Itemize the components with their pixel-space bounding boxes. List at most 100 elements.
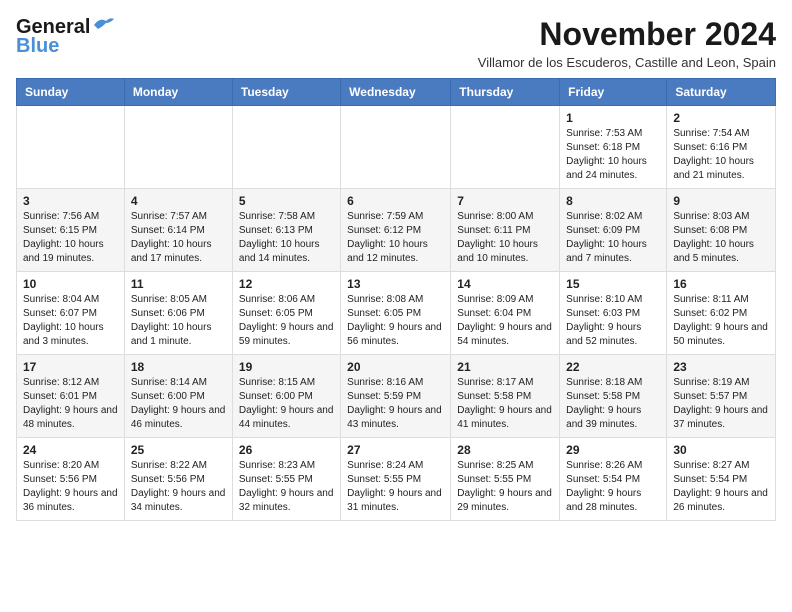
- calendar-week-5: 24 Sunrise: 8:20 AM Sunset: 5:56 PM Dayli…: [17, 438, 776, 521]
- calendar-cell: 3 Sunrise: 7:56 AM Sunset: 6:15 PM Daylig…: [17, 189, 125, 272]
- day-number: 21: [457, 360, 553, 374]
- day-number: 3: [23, 194, 118, 208]
- title-area: November 2024 Villamor de los Escuderos,…: [478, 16, 776, 70]
- calendar-body: 1 Sunrise: 7:53 AM Sunset: 6:18 PM Daylig…: [17, 106, 776, 521]
- day-number: 14: [457, 277, 553, 291]
- calendar-cell: 14 Sunrise: 8:09 AM Sunset: 6:04 PM Dayli…: [451, 272, 560, 355]
- calendar-cell: 11Sunrise: 8:05 AM Sunset: 6:06 PM Dayli…: [124, 272, 232, 355]
- cell-info: Sunrise: 8:12 AM Sunset: 6:01 PM Dayligh…: [23, 376, 118, 432]
- cell-info: Sunrise: 7:59 AM Sunset: 6:12 PM Dayligh…: [347, 210, 444, 266]
- calendar: SundayMondayTuesdayWednesdayThursdayFrid…: [16, 78, 776, 521]
- calendar-week-3: 10 Sunrise: 8:04 AM Sunset: 6:07 PM Dayli…: [17, 272, 776, 355]
- day-number: 10: [23, 277, 118, 291]
- logo-blue: Blue: [16, 35, 59, 58]
- day-number: 26: [239, 443, 334, 457]
- calendar-cell: 13 Sunrise: 8:08 AM Sunset: 6:05 PM Dayli…: [341, 272, 451, 355]
- calendar-cell: 25 Sunrise: 8:22 AM Sunset: 5:56 PM Dayli…: [124, 438, 232, 521]
- cell-info: Sunrise: 8:17 AM Sunset: 5:58 PM Dayligh…: [457, 376, 553, 432]
- calendar-cell: 30Sunrise: 8:27 AM Sunset: 5:54 PM Dayli…: [667, 438, 776, 521]
- cell-info: Sunrise: 8:09 AM Sunset: 6:04 PM Dayligh…: [457, 293, 553, 349]
- weekday-monday: Monday: [124, 79, 232, 106]
- cell-info: Sunrise: 8:23 AM Sunset: 5:55 PM Dayligh…: [239, 459, 334, 515]
- day-number: 1: [566, 111, 660, 125]
- calendar-cell: 7 Sunrise: 8:00 AM Sunset: 6:11 PM Daylig…: [451, 189, 560, 272]
- cell-info: Sunrise: 8:06 AM Sunset: 6:05 PM Dayligh…: [239, 293, 334, 349]
- calendar-cell: 22 Sunrise: 8:18 AM Sunset: 5:58 PM Dayli…: [560, 355, 667, 438]
- cell-info: Sunrise: 7:56 AM Sunset: 6:15 PM Dayligh…: [23, 210, 118, 266]
- cell-info: Sunrise: 7:53 AM Sunset: 6:18 PM Dayligh…: [566, 127, 660, 183]
- cell-info: Sunrise: 8:18 AM Sunset: 5:58 PM Dayligh…: [566, 376, 660, 432]
- weekday-wednesday: Wednesday: [341, 79, 451, 106]
- day-number: 25: [131, 443, 226, 457]
- cell-info: Sunrise: 8:20 AM Sunset: 5:56 PM Dayligh…: [23, 459, 118, 515]
- calendar-week-1: 1 Sunrise: 7:53 AM Sunset: 6:18 PM Daylig…: [17, 106, 776, 189]
- calendar-cell: 29Sunrise: 8:26 AM Sunset: 5:54 PM Dayli…: [560, 438, 667, 521]
- logo: General Blue: [16, 16, 114, 58]
- cell-info: Sunrise: 8:11 AM Sunset: 6:02 PM Dayligh…: [673, 293, 769, 349]
- day-number: 29: [566, 443, 660, 457]
- cell-info: Sunrise: 8:22 AM Sunset: 5:56 PM Dayligh…: [131, 459, 226, 515]
- day-number: 13: [347, 277, 444, 291]
- day-number: 7: [457, 194, 553, 208]
- calendar-cell: 9 Sunrise: 8:03 AM Sunset: 6:08 PM Daylig…: [667, 189, 776, 272]
- cell-info: Sunrise: 8:25 AM Sunset: 5:55 PM Dayligh…: [457, 459, 553, 515]
- cell-info: Sunrise: 8:27 AM Sunset: 5:54 PM Dayligh…: [673, 459, 769, 515]
- day-number: 16: [673, 277, 769, 291]
- calendar-cell: 18 Sunrise: 8:14 AM Sunset: 6:00 PM Dayli…: [124, 355, 232, 438]
- day-number: 5: [239, 194, 334, 208]
- location: Villamor de los Escuderos, Castille and …: [478, 55, 776, 70]
- calendar-cell: 24 Sunrise: 8:20 AM Sunset: 5:56 PM Dayli…: [17, 438, 125, 521]
- month-title: November 2024: [478, 16, 776, 53]
- day-number: 9: [673, 194, 769, 208]
- calendar-cell: 20 Sunrise: 8:16 AM Sunset: 5:59 PM Dayli…: [341, 355, 451, 438]
- calendar-cell: [341, 106, 451, 189]
- weekday-saturday: Saturday: [667, 79, 776, 106]
- cell-info: Sunrise: 8:16 AM Sunset: 5:59 PM Dayligh…: [347, 376, 444, 432]
- day-number: 17: [23, 360, 118, 374]
- calendar-cell: [451, 106, 560, 189]
- calendar-cell: 12Sunrise: 8:06 AM Sunset: 6:05 PM Dayli…: [232, 272, 340, 355]
- header: General Blue November 2024 Villamor de l…: [16, 16, 776, 70]
- cell-info: Sunrise: 8:14 AM Sunset: 6:00 PM Dayligh…: [131, 376, 226, 432]
- calendar-cell: [17, 106, 125, 189]
- calendar-cell: 19Sunrise: 8:15 AM Sunset: 6:00 PM Dayli…: [232, 355, 340, 438]
- calendar-cell: [232, 106, 340, 189]
- cell-info: Sunrise: 8:02 AM Sunset: 6:09 PM Dayligh…: [566, 210, 660, 266]
- day-number: 22: [566, 360, 660, 374]
- day-number: 4: [131, 194, 226, 208]
- calendar-week-2: 3 Sunrise: 7:56 AM Sunset: 6:15 PM Daylig…: [17, 189, 776, 272]
- calendar-week-4: 17 Sunrise: 8:12 AM Sunset: 6:01 PM Dayli…: [17, 355, 776, 438]
- logo-bird-icon: [92, 15, 114, 33]
- calendar-cell: 27Sunrise: 8:24 AM Sunset: 5:55 PM Dayli…: [341, 438, 451, 521]
- day-number: 28: [457, 443, 553, 457]
- day-number: 24: [23, 443, 118, 457]
- day-number: 23: [673, 360, 769, 374]
- day-number: 8: [566, 194, 660, 208]
- calendar-cell: 10 Sunrise: 8:04 AM Sunset: 6:07 PM Dayli…: [17, 272, 125, 355]
- weekday-friday: Friday: [560, 79, 667, 106]
- calendar-cell: [124, 106, 232, 189]
- weekday-header-row: SundayMondayTuesdayWednesdayThursdayFrid…: [17, 79, 776, 106]
- cell-info: Sunrise: 8:19 AM Sunset: 5:57 PM Dayligh…: [673, 376, 769, 432]
- cell-info: Sunrise: 8:00 AM Sunset: 6:11 PM Dayligh…: [457, 210, 553, 266]
- calendar-cell: 21 Sunrise: 8:17 AM Sunset: 5:58 PM Dayli…: [451, 355, 560, 438]
- weekday-sunday: Sunday: [17, 79, 125, 106]
- calendar-cell: 5Sunrise: 7:58 AM Sunset: 6:13 PM Daylig…: [232, 189, 340, 272]
- calendar-cell: 26 Sunrise: 8:23 AM Sunset: 5:55 PM Dayli…: [232, 438, 340, 521]
- calendar-cell: 28 Sunrise: 8:25 AM Sunset: 5:55 PM Dayli…: [451, 438, 560, 521]
- day-number: 18: [131, 360, 226, 374]
- cell-info: Sunrise: 8:08 AM Sunset: 6:05 PM Dayligh…: [347, 293, 444, 349]
- day-number: 27: [347, 443, 444, 457]
- calendar-cell: 8 Sunrise: 8:02 AM Sunset: 6:09 PM Daylig…: [560, 189, 667, 272]
- weekday-tuesday: Tuesday: [232, 79, 340, 106]
- cell-info: Sunrise: 8:15 AM Sunset: 6:00 PM Dayligh…: [239, 376, 334, 432]
- cell-info: Sunrise: 8:03 AM Sunset: 6:08 PM Dayligh…: [673, 210, 769, 266]
- cell-info: Sunrise: 8:04 AM Sunset: 6:07 PM Dayligh…: [23, 293, 118, 349]
- calendar-cell: 2Sunrise: 7:54 AM Sunset: 6:16 PM Daylig…: [667, 106, 776, 189]
- day-number: 6: [347, 194, 444, 208]
- weekday-thursday: Thursday: [451, 79, 560, 106]
- cell-info: Sunrise: 7:57 AM Sunset: 6:14 PM Dayligh…: [131, 210, 226, 266]
- calendar-cell: 1 Sunrise: 7:53 AM Sunset: 6:18 PM Daylig…: [560, 106, 667, 189]
- calendar-cell: 4 Sunrise: 7:57 AM Sunset: 6:14 PM Daylig…: [124, 189, 232, 272]
- day-number: 20: [347, 360, 444, 374]
